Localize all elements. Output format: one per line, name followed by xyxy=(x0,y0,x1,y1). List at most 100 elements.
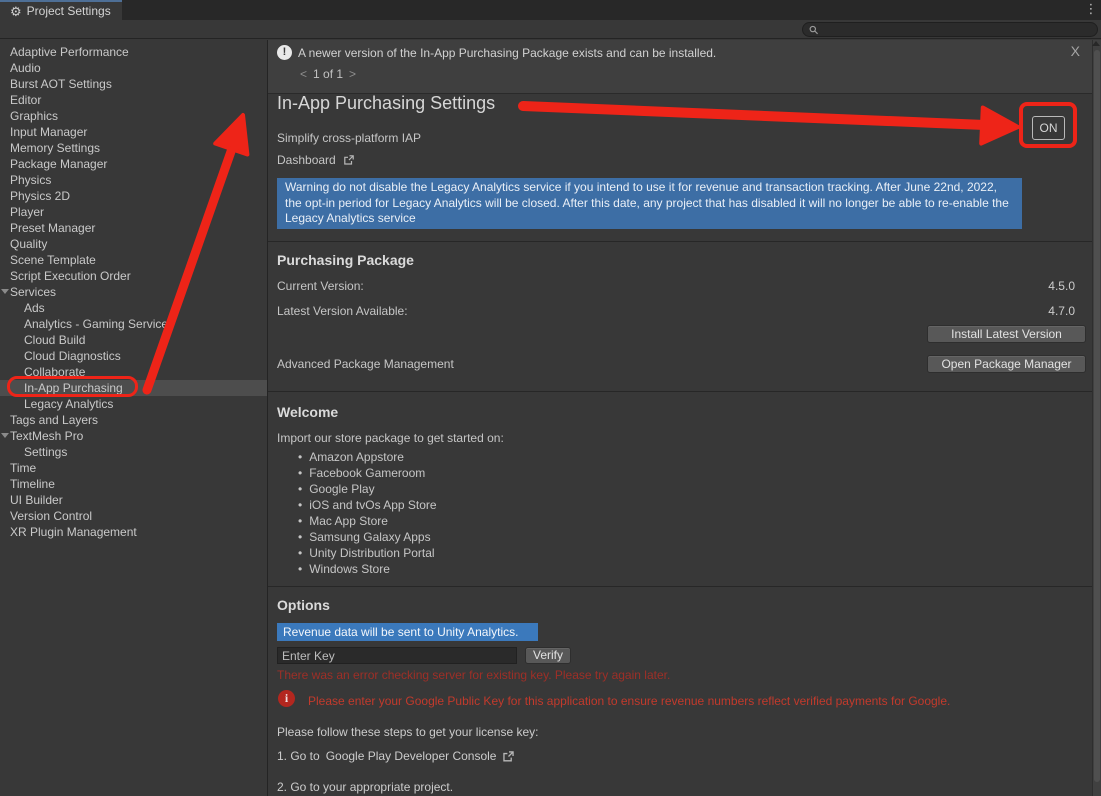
sidebar-item[interactable]: UI Builder xyxy=(0,492,267,508)
store-name: Samsung Galaxy Apps xyxy=(309,529,430,545)
pager-prev-icon[interactable]: < xyxy=(300,67,307,81)
notification-message: A newer version of the In-App Purchasing… xyxy=(298,46,716,60)
foldout-icon[interactable] xyxy=(1,289,9,294)
foldout-icon[interactable] xyxy=(1,433,9,438)
sidebar-item-label: Physics xyxy=(10,173,51,187)
vertical-scrollbar[interactable] xyxy=(1092,40,1101,796)
sidebar-item-label: Audio xyxy=(10,61,41,75)
sidebar-item[interactable]: Editor xyxy=(0,92,267,108)
error-icon: i xyxy=(278,690,295,707)
legacy-analytics-warning: Warning do not disable the Legacy Analyt… xyxy=(277,178,1022,229)
revenue-note-badge: Revenue data will be sent to Unity Analy… xyxy=(277,623,538,641)
sidebar-item[interactable]: Preset Manager xyxy=(0,220,267,236)
store-list-item: • Google Play xyxy=(298,481,437,497)
sidebar-item[interactable]: Services xyxy=(0,284,267,300)
sidebar-item[interactable]: XR Plugin Management xyxy=(0,524,267,540)
tab-strip: ⚙ Project Settings ⋮ xyxy=(0,0,1101,20)
sidebar-item-label: Physics 2D xyxy=(10,189,70,203)
sidebar-item[interactable]: Input Manager xyxy=(0,124,267,140)
google-play-console-link[interactable]: Google Play Developer Console xyxy=(326,749,497,763)
install-latest-version-button[interactable]: Install Latest Version xyxy=(927,325,1086,343)
sidebar-item-label: Input Manager xyxy=(10,125,87,139)
sidebar-item[interactable]: Audio xyxy=(0,60,267,76)
scroll-up-icon[interactable] xyxy=(1092,41,1100,46)
sidebar-item[interactable]: Timeline xyxy=(0,476,267,492)
current-version-label: Current Version: xyxy=(277,279,364,293)
sidebar-item-label: Player xyxy=(10,205,44,219)
close-icon[interactable]: X xyxy=(1071,43,1080,59)
sidebar-item[interactable]: Version Control xyxy=(0,508,267,524)
sidebar-item[interactable]: Ads xyxy=(0,300,267,316)
sidebar-item-label: Graphics xyxy=(10,109,58,123)
sidebar-item[interactable]: Tags and Layers xyxy=(0,412,267,428)
sidebar-item-label: Quality xyxy=(10,237,47,251)
sidebar-item[interactable]: Time xyxy=(0,460,267,476)
sidebar-item[interactable]: Quality xyxy=(0,236,267,252)
sidebar-item[interactable]: Cloud Build xyxy=(0,332,267,348)
sidebar-item[interactable]: Legacy Analytics xyxy=(0,396,267,412)
dashboard-link[interactable]: Dashboard xyxy=(277,153,355,167)
sidebar-item-label: Tags and Layers xyxy=(10,413,98,427)
tab-title: Project Settings xyxy=(27,4,111,18)
store-list-item: • iOS and tvOs App Store xyxy=(298,497,437,513)
external-link-icon xyxy=(343,154,355,166)
purchasing-package-heading: Purchasing Package xyxy=(277,252,414,268)
advanced-package-label: Advanced Package Management xyxy=(277,357,454,371)
verify-button[interactable]: Verify xyxy=(525,647,571,664)
store-name: Unity Distribution Portal xyxy=(309,545,434,561)
sidebar-item[interactable]: Physics 2D xyxy=(0,188,267,204)
google-key-warning-row: i Please enter your Google Public Key fo… xyxy=(278,690,950,708)
license-key-input[interactable] xyxy=(277,647,517,664)
license-steps-intro: Please follow these steps to get your li… xyxy=(277,725,538,739)
sidebar-item[interactable]: Graphics xyxy=(0,108,267,124)
sidebar-item[interactable]: Memory Settings xyxy=(0,140,267,156)
page-subtitle: Simplify cross-platform IAP xyxy=(277,131,421,145)
search-text-field[interactable] xyxy=(823,23,1091,37)
sidebar-item-label: Burst AOT Settings xyxy=(10,77,112,91)
sidebar-item[interactable]: Script Execution Order xyxy=(0,268,267,284)
kebab-menu-icon[interactable]: ⋮ xyxy=(1083,0,1099,20)
sidebar-item[interactable]: Burst AOT Settings xyxy=(0,76,267,92)
google-key-warning-text: Please enter your Google Public Key for … xyxy=(308,690,950,708)
in-app-purchasing-panel: ! A newer version of the In-App Purchasi… xyxy=(268,40,1092,796)
sidebar-item[interactable]: TextMesh Pro xyxy=(0,428,267,444)
sidebar-item-label: Script Execution Order xyxy=(10,269,131,283)
bullet-icon: • xyxy=(298,465,302,481)
annotation-box-on-toggle xyxy=(1019,102,1077,148)
sidebar-item-label: Ads xyxy=(24,301,45,315)
store-list-item: • Amazon Appstore xyxy=(298,449,437,465)
sidebar-item[interactable]: Scene Template xyxy=(0,252,267,268)
current-version-value: 4.5.0 xyxy=(1048,278,1075,294)
external-link-icon xyxy=(502,750,515,763)
sidebar-item-label: Legacy Analytics xyxy=(24,397,113,411)
toolbar xyxy=(0,20,1101,39)
sidebar-item-label: UI Builder xyxy=(10,493,63,507)
search-icon xyxy=(809,25,819,35)
page-title: In-App Purchasing Settings xyxy=(277,93,495,114)
section-divider xyxy=(268,241,1092,242)
sidebar-item[interactable]: Player xyxy=(0,204,267,220)
store-list: • Amazon Appstore • Facebook Gameroom • … xyxy=(298,449,437,577)
step1-prefix: 1. Go to xyxy=(277,749,320,763)
sidebar-item-label: Preset Manager xyxy=(10,221,95,235)
sidebar-item[interactable]: Settings xyxy=(0,444,267,460)
tab-project-settings[interactable]: ⚙ Project Settings xyxy=(0,0,122,20)
latest-version-row: Latest Version Available: 4.7.0 xyxy=(277,303,1075,319)
sidebar-item[interactable]: Adaptive Performance xyxy=(0,44,267,60)
sidebar-item[interactable]: Cloud Diagnostics xyxy=(0,348,267,364)
latest-version-label: Latest Version Available: xyxy=(277,304,408,318)
bullet-icon: • xyxy=(298,513,302,529)
warning-icon: ! xyxy=(277,45,292,60)
sidebar-item[interactable]: Physics xyxy=(0,172,267,188)
sidebar-item-label: Adaptive Performance xyxy=(10,45,129,59)
pager-next-icon[interactable]: > xyxy=(349,67,356,81)
store-name: iOS and tvOs App Store xyxy=(309,497,436,513)
search-input[interactable] xyxy=(802,22,1098,37)
sidebar-item[interactable]: Analytics - Gaming Services xyxy=(0,316,267,332)
store-name: Amazon Appstore xyxy=(309,449,404,465)
scrollbar-thumb[interactable] xyxy=(1094,50,1100,782)
sidebar-item[interactable]: Package Manager xyxy=(0,156,267,172)
open-package-manager-button[interactable]: Open Package Manager xyxy=(927,355,1086,373)
notification-bar: ! A newer version of the In-App Purchasi… xyxy=(268,40,1092,94)
pager-count: 1 of 1 xyxy=(313,67,343,81)
